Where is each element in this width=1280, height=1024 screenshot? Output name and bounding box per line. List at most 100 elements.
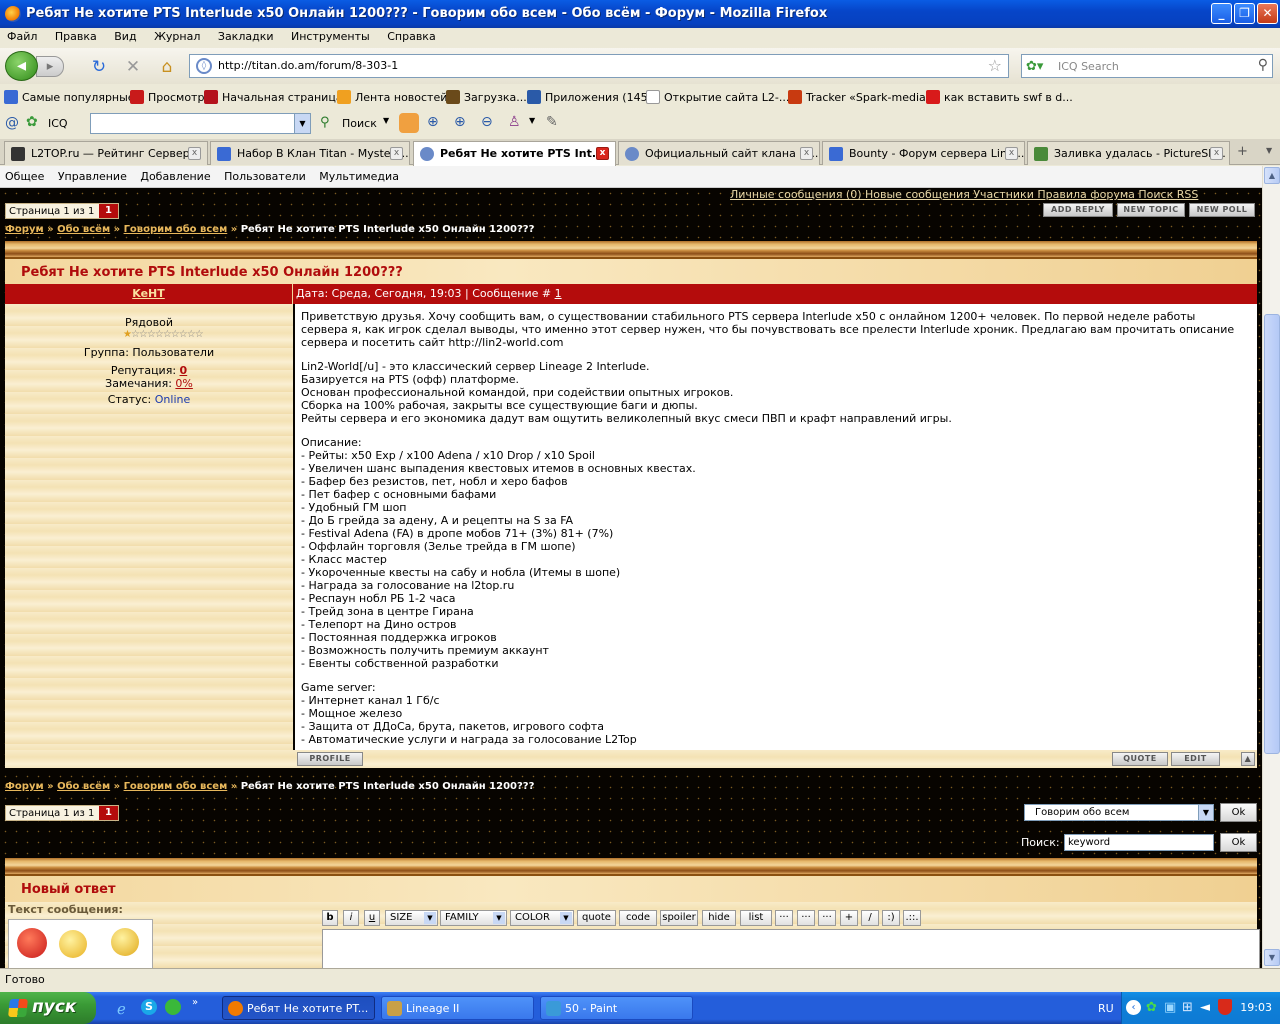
tab-bounty-forum[interactable]: Bounty - Форум сервера Lin2... x bbox=[822, 141, 1025, 165]
editor-extra-button[interactable]: ··· bbox=[797, 910, 815, 926]
menu-edit[interactable]: Правка bbox=[48, 28, 104, 43]
menu-file[interactable]: Файл bbox=[0, 28, 44, 43]
bookmark-star-icon[interactable]: ☆ bbox=[988, 56, 1002, 75]
crumb-about-all[interactable]: Обо всём bbox=[57, 781, 110, 792]
crumb-forum[interactable]: Форум bbox=[5, 224, 44, 235]
ucoz-menu-manage[interactable]: Управление bbox=[53, 166, 132, 183]
home-icon[interactable]: ⌂ bbox=[156, 57, 178, 77]
menu-history[interactable]: Журнал bbox=[147, 28, 207, 43]
tab-clan-site[interactable]: Официальный сайт клана Fi... x bbox=[618, 141, 820, 165]
site-identity-icon[interactable]: ◊ bbox=[196, 58, 212, 74]
bookmark-item[interactable]: Начальная страница bbox=[204, 90, 343, 104]
tray-collapse-icon[interactable]: ‹ bbox=[1126, 1000, 1141, 1015]
eraser-icon[interactable]: ✎ bbox=[546, 114, 558, 130]
editor-extra-button[interactable]: ··· bbox=[818, 910, 836, 926]
taskbar-firefox[interactable]: Ребят Не хотите PT... bbox=[222, 996, 375, 1020]
bookmark-item[interactable]: Приложения (145) bbox=[527, 90, 652, 104]
tab-list-icon[interactable]: ▼ bbox=[1266, 146, 1272, 155]
bookmark-item[interactable]: Загрузка... bbox=[446, 90, 527, 104]
magnifier-icon[interactable]: ⚲ bbox=[1258, 57, 1268, 73]
suspicious-smiley-icon[interactable] bbox=[111, 928, 139, 956]
code-tag-button[interactable]: code bbox=[619, 910, 657, 926]
add-reply-button[interactable]: ADD REPLY bbox=[1043, 203, 1113, 217]
language-indicator[interactable]: RU bbox=[1098, 1002, 1114, 1015]
sad-smiley-icon[interactable] bbox=[59, 930, 87, 958]
search-box[interactable]: ✿▾ ICQ Search ⚲ bbox=[1021, 54, 1273, 78]
scroll-up-icon[interactable]: ▲ bbox=[1264, 167, 1280, 184]
size-select[interactable]: SIZE ▼ bbox=[385, 910, 438, 926]
new-poll-button[interactable]: NEW POLL bbox=[1189, 203, 1255, 217]
menu-help[interactable]: Справка bbox=[380, 28, 442, 43]
search-icon[interactable]: ⚲ bbox=[320, 115, 330, 130]
bookmark-item[interactable]: Лента новостей bbox=[337, 90, 447, 104]
tab-close-icon[interactable]: x bbox=[1210, 147, 1223, 160]
spoiler-tag-button[interactable]: spoiler bbox=[660, 910, 698, 926]
profile-button[interactable]: PROFILE bbox=[297, 752, 363, 766]
warnings-link[interactable]: 0% bbox=[175, 377, 192, 390]
maximize-button[interactable]: ❐ bbox=[1234, 3, 1255, 24]
zoom-in-icon[interactable]: ⊕ bbox=[427, 114, 439, 130]
forum-jump-ok-button[interactable]: Ok bbox=[1220, 803, 1257, 822]
new-tab-icon[interactable]: + bbox=[1237, 144, 1248, 159]
forward-button[interactable]: ▸ bbox=[36, 56, 64, 77]
underline-button[interactable]: u bbox=[364, 910, 380, 926]
tab-close-icon[interactable]: x bbox=[596, 147, 609, 160]
editor-slash-button[interactable]: / bbox=[861, 910, 879, 926]
post-author-link[interactable]: KeHT bbox=[132, 287, 165, 300]
close-button[interactable]: ✕ bbox=[1257, 3, 1278, 24]
bookmark-item[interactable]: Просмотр bbox=[130, 90, 204, 104]
forum-jump-select[interactable]: Говорим обо всем ▼ bbox=[1024, 804, 1214, 821]
menu-bookmarks[interactable]: Закладки bbox=[211, 28, 281, 43]
chevron-down-icon[interactable]: ▼ bbox=[294, 114, 310, 133]
list-tag-button[interactable]: list bbox=[740, 910, 772, 926]
menu-view[interactable]: Вид bbox=[107, 28, 143, 43]
icq-app-icon[interactable] bbox=[399, 113, 419, 133]
bookmark-item[interactable]: Tracker «Spark-media» bbox=[788, 90, 932, 104]
tab-close-icon[interactable]: x bbox=[1005, 147, 1018, 160]
ucoz-menu-general[interactable]: Общее bbox=[0, 166, 49, 183]
chevron-down-icon[interactable]: ▼ bbox=[1198, 805, 1213, 820]
tab-close-icon[interactable]: x bbox=[188, 147, 201, 160]
ie-icon[interactable]: ℯ bbox=[117, 1000, 126, 1018]
scroll-down-icon[interactable]: ▼ bbox=[1264, 949, 1280, 966]
at-icon[interactable]: @ bbox=[5, 115, 19, 131]
zoom-out-icon[interactable]: ⊖ bbox=[481, 114, 493, 130]
edit-button[interactable]: EDIT bbox=[1171, 752, 1220, 766]
crumb-talk[interactable]: Говорим обо всем bbox=[124, 781, 228, 792]
bookmark-item[interactable]: как вставить swf в d... bbox=[926, 90, 1073, 104]
editor-plus-button[interactable]: + bbox=[840, 910, 858, 926]
tab-titan-recruit[interactable]: Набор В Клан Titan - Mysteri... x bbox=[210, 141, 410, 165]
menu-tools[interactable]: Инструменты bbox=[284, 28, 377, 43]
family-select[interactable]: FAMILY ▼ bbox=[440, 910, 507, 926]
hide-tag-button[interactable]: hide bbox=[702, 910, 736, 926]
quote-tag-button[interactable]: quote bbox=[577, 910, 616, 926]
stop-icon[interactable]: ✕ bbox=[122, 57, 144, 77]
volume-icon[interactable]: ◄ bbox=[1200, 1000, 1210, 1015]
taskbar-paint[interactable]: 50 - Paint bbox=[540, 996, 693, 1020]
new-topic-button[interactable]: NEW TOPIC bbox=[1117, 203, 1185, 217]
quote-button[interactable]: QUOTE bbox=[1112, 752, 1168, 766]
italic-button[interactable]: i bbox=[343, 910, 359, 926]
icq-search-button[interactable]: Поиск bbox=[342, 117, 377, 130]
tab-current-topic[interactable]: Ребят Не хотите PTS Int... x bbox=[413, 141, 616, 166]
bold-button[interactable]: b bbox=[322, 910, 338, 926]
ucoz-menu-add[interactable]: Добавление bbox=[135, 166, 215, 183]
quicklaunch-more-icon[interactable]: » bbox=[192, 997, 198, 1008]
editor-extra-button[interactable]: .::. bbox=[903, 910, 921, 926]
back-button[interactable]: ◂ bbox=[5, 51, 38, 81]
crumb-forum[interactable]: Форум bbox=[5, 781, 44, 792]
bookmark-item[interactable]: Открытие сайта L2-... bbox=[646, 90, 789, 104]
start-button[interactable]: пуск bbox=[0, 992, 96, 1024]
message-textarea[interactable] bbox=[322, 929, 1260, 968]
forum-top-links[interactable]: Личные сообщения (0) Новые сообщения Уча… bbox=[730, 188, 1198, 201]
bookmark-item[interactable]: Самые популярные bbox=[4, 90, 135, 104]
tab-l2top[interactable]: L2TOP.ru — Рейтинг Сервер... x bbox=[4, 141, 208, 165]
pager-page-1[interactable]: 1 bbox=[99, 806, 118, 820]
icq-label[interactable]: ICQ bbox=[48, 117, 68, 130]
color-select[interactable]: COLOR ▼ bbox=[510, 910, 574, 926]
security-shield-icon[interactable] bbox=[1218, 999, 1232, 1015]
tab-close-icon[interactable]: x bbox=[800, 147, 813, 160]
ucoz-menu-users[interactable]: Пользователи bbox=[219, 166, 311, 183]
reputation-link[interactable]: 0 bbox=[180, 364, 188, 377]
vertical-scrollbar[interactable]: ▲ ▼ bbox=[1262, 166, 1280, 968]
